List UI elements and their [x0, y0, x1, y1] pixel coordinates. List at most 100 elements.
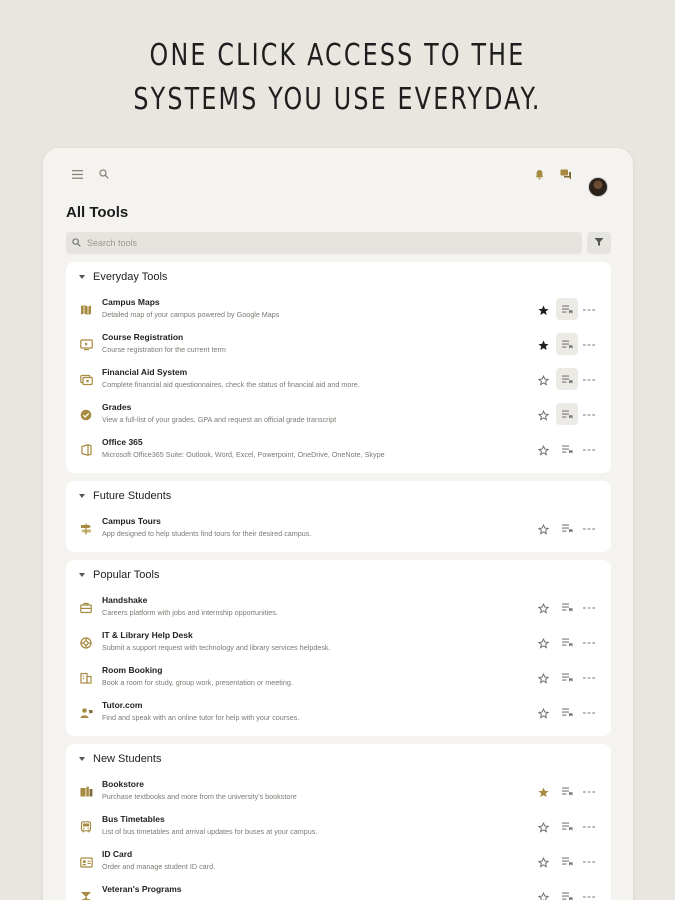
- star-outline-icon[interactable]: [536, 820, 550, 834]
- pin-to-dashboard-icon[interactable]: [556, 666, 578, 688]
- bell-icon[interactable]: [529, 164, 549, 184]
- pin-to-dashboard-icon[interactable]: [556, 701, 578, 723]
- tool-name[interactable]: Office 365: [102, 437, 143, 447]
- more-options-icon[interactable]: [582, 820, 596, 834]
- search-row: [66, 232, 611, 254]
- tool-row-bookstore[interactable]: Bookstore Purchase textbooks and more fr…: [66, 774, 611, 809]
- tool-row-veteran-s-programs[interactable]: Veteran's Programs: [66, 879, 611, 900]
- tool-name[interactable]: Financial Aid System: [102, 367, 187, 377]
- tool-name[interactable]: Bus Timetables: [102, 814, 165, 824]
- tool-row-handshake[interactable]: Handshake Careers platform with jobs and…: [66, 590, 611, 625]
- collapse-caret-icon: [79, 573, 85, 577]
- pin-to-dashboard-icon[interactable]: [556, 596, 578, 618]
- pin-to-dashboard-icon[interactable]: [556, 631, 578, 653]
- filter-button[interactable]: [587, 232, 611, 254]
- hamburger-icon[interactable]: [67, 164, 87, 184]
- avatar[interactable]: [588, 177, 608, 197]
- pin-to-dashboard-icon[interactable]: [556, 333, 578, 355]
- pin-to-dashboard-icon[interactable]: [556, 403, 578, 425]
- search-icon[interactable]: [94, 164, 114, 184]
- tool-description: Book a room for study, group work, prese…: [102, 678, 293, 687]
- tool-row-room-booking[interactable]: Room Booking Book a room for study, grou…: [66, 660, 611, 695]
- search-box[interactable]: [66, 232, 582, 254]
- section-header[interactable]: Everyday Tools: [66, 262, 611, 292]
- star-outline-icon[interactable]: [536, 443, 550, 457]
- collapse-caret-icon: [79, 494, 85, 498]
- tool-name[interactable]: Campus Maps: [102, 297, 160, 307]
- star-outline-icon[interactable]: [536, 706, 550, 720]
- more-options-icon[interactable]: [582, 303, 596, 317]
- tool-name[interactable]: IT & Library Help Desk: [102, 630, 193, 640]
- tool-name[interactable]: Room Booking: [102, 665, 162, 675]
- pin-to-dashboard-icon[interactable]: [556, 780, 578, 802]
- veteran-icon: [79, 890, 93, 900]
- tool-name[interactable]: Veteran's Programs: [102, 884, 182, 894]
- more-options-icon[interactable]: [582, 785, 596, 799]
- pin-to-dashboard-icon[interactable]: [556, 815, 578, 837]
- section-header[interactable]: Future Students: [66, 481, 611, 511]
- tool-row-grades[interactable]: Grades View a full-list of your grades, …: [66, 397, 611, 432]
- tool-row-it-library-help-desk[interactable]: IT & Library Help Desk Submit a support …: [66, 625, 611, 660]
- tool-name[interactable]: Campus Tours: [102, 516, 161, 526]
- tool-name[interactable]: Course Registration: [102, 332, 183, 342]
- section-title: Popular Tools: [93, 569, 160, 581]
- tool-row-campus-tours[interactable]: Campus Tours App designed to help studen…: [66, 511, 611, 546]
- tool-description: Submit a support request with technology…: [102, 643, 331, 652]
- more-options-icon[interactable]: [582, 855, 596, 869]
- star-outline-icon[interactable]: [536, 373, 550, 387]
- more-options-icon[interactable]: [582, 408, 596, 422]
- collapse-caret-icon: [79, 757, 85, 761]
- tool-row-office-365[interactable]: Office 365 Microsoft Office365 Suite: Ou…: [66, 432, 611, 467]
- tool-description: App designed to help students find tours…: [102, 529, 312, 538]
- more-options-icon[interactable]: [582, 373, 596, 387]
- tool-row-course-registration[interactable]: Course Registration Course registration …: [66, 327, 611, 362]
- star-outline-icon[interactable]: [536, 855, 550, 869]
- section-header[interactable]: Popular Tools: [66, 560, 611, 590]
- more-options-icon[interactable]: [582, 671, 596, 685]
- more-options-icon[interactable]: [582, 636, 596, 650]
- star-filled-icon[interactable]: [536, 785, 550, 799]
- section-title: Everyday Tools: [93, 271, 168, 283]
- pin-to-dashboard-icon[interactable]: [556, 298, 578, 320]
- tool-name[interactable]: Handshake: [102, 595, 147, 605]
- star-outline-icon[interactable]: [536, 522, 550, 536]
- search-input[interactable]: [87, 238, 487, 248]
- more-options-icon[interactable]: [582, 706, 596, 720]
- pin-to-dashboard-icon[interactable]: [556, 438, 578, 460]
- tool-row-tutor-com[interactable]: Tutor.com Find and speak with an online …: [66, 695, 611, 730]
- star-outline-icon[interactable]: [536, 408, 550, 422]
- more-options-icon[interactable]: [582, 522, 596, 536]
- tool-row-bus-timetables[interactable]: Bus Timetables List of bus timetables an…: [66, 809, 611, 844]
- tool-name[interactable]: Grades: [102, 402, 131, 412]
- more-options-icon[interactable]: [582, 601, 596, 615]
- section-header[interactable]: New Students: [66, 744, 611, 774]
- tool-row-campus-maps[interactable]: Campus Maps Detailed map of your campus …: [66, 292, 611, 327]
- more-options-icon[interactable]: [582, 443, 596, 457]
- chat-icon[interactable]: [556, 164, 576, 184]
- pin-to-dashboard-icon[interactable]: [556, 850, 578, 872]
- pin-to-dashboard-icon[interactable]: [556, 885, 578, 900]
- tool-row-id-card[interactable]: ID Card Order and manage student ID card…: [66, 844, 611, 879]
- section-title: New Students: [93, 753, 162, 765]
- star-filled-icon[interactable]: [536, 338, 550, 352]
- star-outline-icon[interactable]: [536, 636, 550, 650]
- more-options-icon[interactable]: [582, 890, 596, 900]
- tool-name[interactable]: Bookstore: [102, 779, 144, 789]
- tool-description: Purchase textbooks and more from the uni…: [102, 792, 297, 801]
- star-outline-icon[interactable]: [536, 671, 550, 685]
- book-icon: [79, 785, 93, 799]
- tool-name[interactable]: ID Card: [102, 849, 132, 859]
- pin-to-dashboard-icon[interactable]: [556, 517, 578, 539]
- tool-name[interactable]: Tutor.com: [102, 700, 142, 710]
- lifebuoy-icon: [79, 636, 93, 650]
- star-outline-icon[interactable]: [536, 601, 550, 615]
- more-options-icon[interactable]: [582, 338, 596, 352]
- id-card-icon: [79, 855, 93, 869]
- pin-to-dashboard-icon[interactable]: [556, 368, 578, 390]
- filter-icon: [594, 234, 604, 252]
- star-filled-icon[interactable]: [536, 303, 550, 317]
- tool-row-financial-aid-system[interactable]: Financial Aid System Complete financial …: [66, 362, 611, 397]
- office-icon: [79, 443, 93, 457]
- page-title: All Tools: [66, 204, 129, 221]
- star-outline-icon[interactable]: [536, 890, 550, 900]
